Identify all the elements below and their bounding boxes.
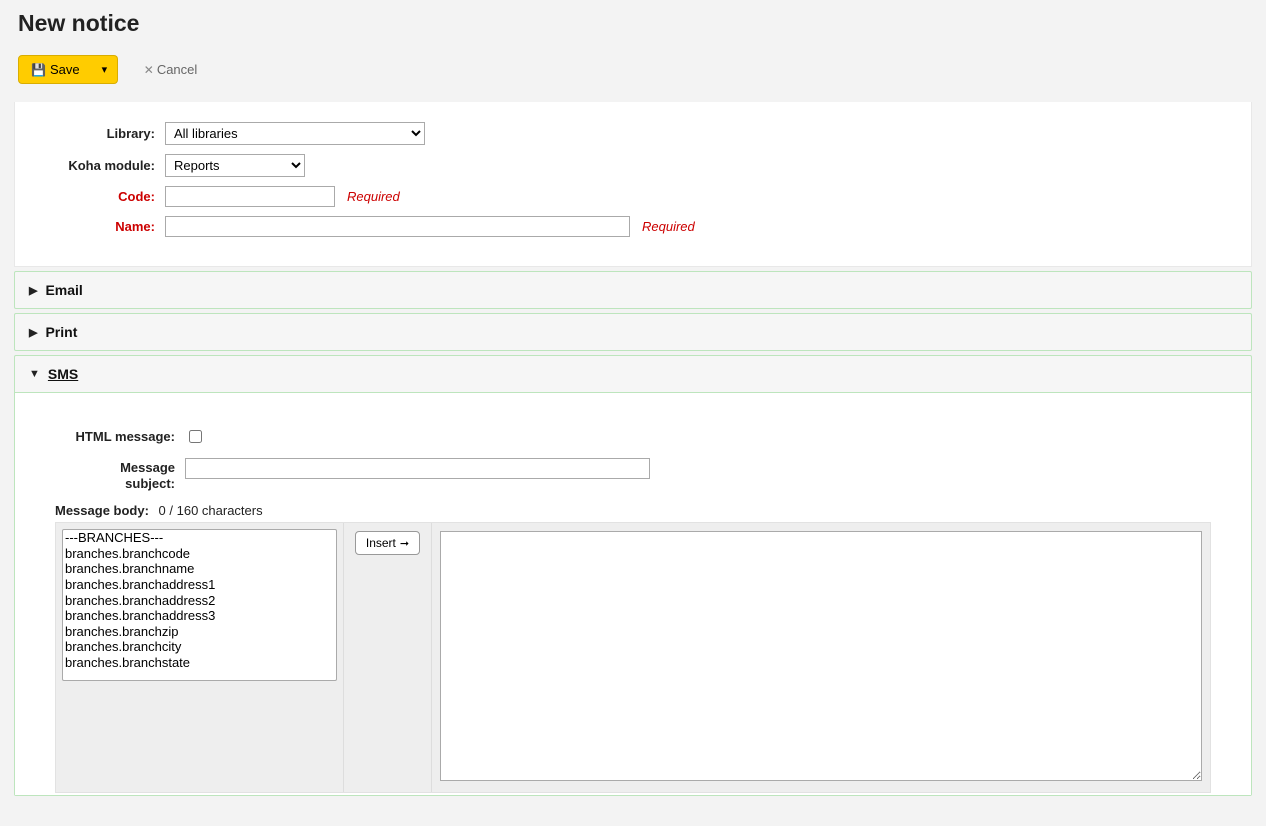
section-print: ▶ Print <box>14 313 1252 351</box>
body-label: Message body: <box>55 503 149 518</box>
chevron-right-icon: ▶ <box>29 326 37 339</box>
field-option[interactable]: branches.branchcity <box>63 639 336 655</box>
section-sms: ▼ SMS HTML message: Messagesubject: <box>14 355 1252 796</box>
char-counter: 0 / 160 characters <box>159 503 263 518</box>
field-option[interactable]: branches.branchstate <box>63 655 336 671</box>
chevron-right-icon: ▶ <box>29 284 37 297</box>
body-editor-grid: ---BRANCHES---branches.branchcodebranche… <box>55 522 1211 793</box>
subject-label: Messagesubject: <box>55 458 175 491</box>
name-required-text: Required <box>642 219 695 234</box>
body-column <box>432 523 1210 792</box>
name-label: Name: <box>25 219 155 234</box>
name-input[interactable] <box>165 216 630 237</box>
section-print-title: Print <box>45 324 77 340</box>
code-label: Code: <box>25 189 155 204</box>
save-dropdown-button[interactable]: ▾ <box>92 55 119 84</box>
html-message-checkbox[interactable] <box>189 430 202 443</box>
library-select[interactable]: All libraries <box>165 122 425 145</box>
subject-input[interactable] <box>185 458 650 479</box>
section-print-header[interactable]: ▶ Print <box>15 314 1251 350</box>
section-sms-title: SMS <box>48 366 78 382</box>
chevron-down-icon: ▼ <box>29 368 40 380</box>
section-sms-header[interactable]: ▼ SMS <box>15 356 1251 392</box>
form-panel: Library: All libraries Koha module: Repo… <box>14 102 1252 267</box>
insert-column: Insert ➞ <box>344 523 432 792</box>
save-icon: 💾 <box>31 63 46 77</box>
field-option[interactable]: branches.branchname <box>63 561 336 577</box>
code-required-text: Required <box>347 189 400 204</box>
arrow-right-icon: ➞ <box>400 537 409 550</box>
cancel-button-label: Cancel <box>157 62 197 77</box>
caret-down-icon: ▾ <box>102 63 108 76</box>
save-button[interactable]: 💾 Save <box>18 55 93 84</box>
fields-column: ---BRANCHES---branches.branchcodebranche… <box>56 523 344 792</box>
insert-button-label: Insert <box>366 536 396 550</box>
insert-button[interactable]: Insert ➞ <box>355 531 420 555</box>
module-select[interactable]: Reports <box>165 154 305 177</box>
subject-label-text: Messagesubject: <box>120 460 175 491</box>
field-option[interactable]: branches.branchcode <box>63 546 336 562</box>
section-sms-body: HTML message: Messagesubject: Message bo… <box>15 392 1251 795</box>
body-textarea[interactable] <box>440 531 1202 781</box>
module-label: Koha module: <box>25 158 155 173</box>
library-label: Library: <box>25 126 155 141</box>
fields-list[interactable]: ---BRANCHES---branches.branchcodebranche… <box>62 529 337 681</box>
cancel-button[interactable]: ✕ Cancel <box>138 61 204 78</box>
save-button-label: Save <box>50 62 80 77</box>
field-option[interactable]: ---BRANCHES--- <box>63 530 336 546</box>
field-option[interactable]: branches.branchaddress2 <box>63 593 336 609</box>
section-email-header[interactable]: ▶ Email <box>15 272 1251 308</box>
section-email: ▶ Email <box>14 271 1252 309</box>
page-title: New notice <box>18 10 1248 37</box>
section-email-title: Email <box>45 282 82 298</box>
field-option[interactable]: branches.branchaddress1 <box>63 577 336 593</box>
field-option[interactable]: branches.branchzip <box>63 624 336 640</box>
toolbar: 💾 Save ▾ ✕ Cancel <box>18 55 1248 84</box>
field-option[interactable]: branches.branchaddress3 <box>63 608 336 624</box>
html-message-label: HTML message: <box>55 427 175 444</box>
close-icon: ✕ <box>144 63 154 77</box>
code-input[interactable] <box>165 186 335 207</box>
